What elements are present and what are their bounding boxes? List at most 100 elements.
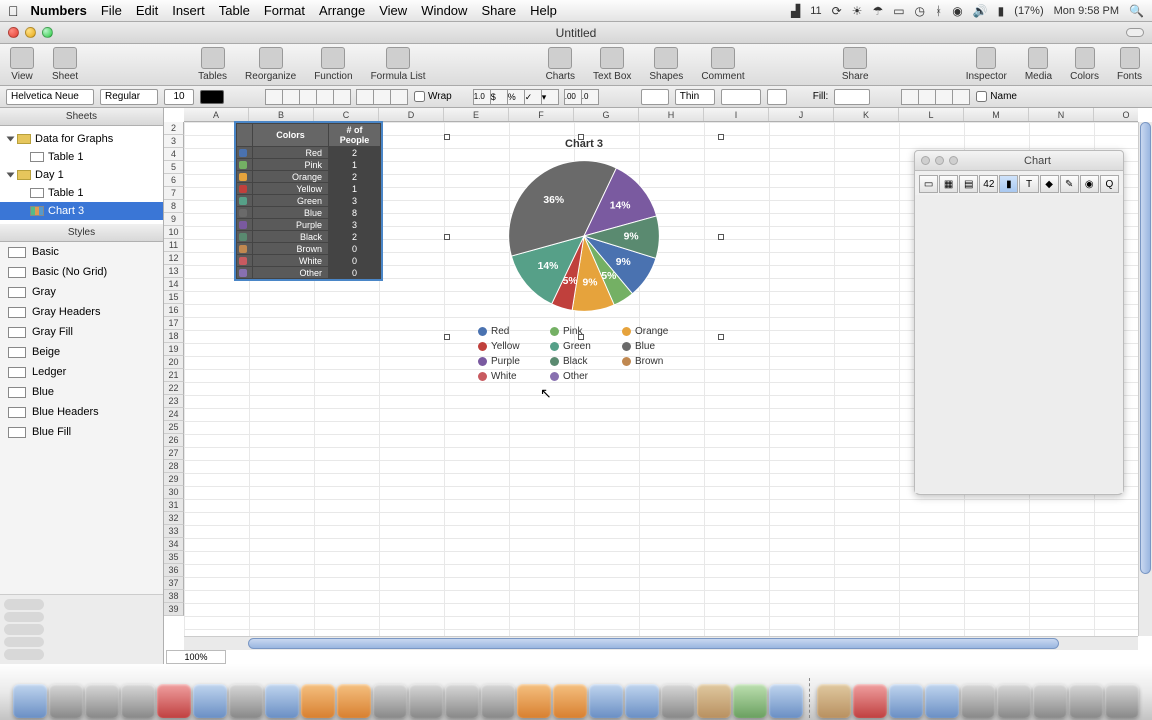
style-ledger[interactable]: Ledger	[0, 362, 163, 382]
table-row[interactable]: Yellow1	[237, 183, 381, 195]
handle-e[interactable]	[718, 234, 724, 240]
border-style-select[interactable]	[641, 89, 669, 105]
table-row[interactable]: Black2	[237, 231, 381, 243]
t4[interactable]	[952, 89, 970, 105]
table-row[interactable]: White0	[237, 255, 381, 267]
dock-trash-icon[interactable]	[1105, 684, 1139, 718]
t1[interactable]	[901, 89, 919, 105]
row-37[interactable]: 37	[164, 577, 184, 590]
minimize-window-button[interactable]	[25, 27, 36, 38]
toolbar-colors[interactable]: Colors	[1070, 47, 1099, 82]
row-21[interactable]: 21	[164, 369, 184, 382]
toolbar-textbox[interactable]: Text Box	[593, 47, 631, 82]
toolbar-shapes[interactable]: Shapes	[649, 47, 683, 82]
tree-table-1[interactable]: Table 1	[0, 184, 163, 202]
valign-bot-button[interactable]	[390, 89, 408, 105]
table-row[interactable]: Brown0	[237, 243, 381, 255]
handle-nw[interactable]	[444, 134, 450, 140]
inspector-tab-text[interactable]: T	[1019, 175, 1038, 193]
handle-se[interactable]	[718, 334, 724, 340]
apple-menu-icon[interactable]: 	[8, 3, 19, 19]
toolbar-share[interactable]: Share	[842, 47, 869, 82]
numfmt-check[interactable]: ✓	[524, 89, 542, 105]
font-select[interactable]: Helvetica Neue	[6, 89, 94, 105]
inspector-tab-cells[interactable]: 42	[979, 175, 998, 193]
legend-yellow[interactable]: Yellow	[478, 341, 536, 352]
row-8[interactable]: 8	[164, 200, 184, 213]
menu-share[interactable]: Share	[481, 3, 516, 18]
style-basic-no-grid-[interactable]: Basic (No Grid)	[0, 262, 163, 282]
style-blue[interactable]: Blue	[0, 382, 163, 402]
row-26[interactable]: 26	[164, 434, 184, 447]
row-34[interactable]: 34	[164, 538, 184, 551]
dock-app5-icon[interactable]	[157, 684, 191, 718]
dock-appstore-icon[interactable]	[49, 684, 83, 718]
toolbar-reorganize[interactable]: Reorganize	[245, 47, 296, 82]
row-28[interactable]: 28	[164, 460, 184, 473]
align-center-button[interactable]	[282, 89, 300, 105]
vscroll-thumb[interactable]	[1140, 122, 1151, 574]
menu-file[interactable]: File	[101, 3, 122, 18]
valign-mid-button[interactable]	[373, 89, 391, 105]
row-headers[interactable]: 2345678910111213141516171819202122232425…	[164, 122, 184, 616]
table-row[interactable]: Green3	[237, 195, 381, 207]
row-17[interactable]: 17	[164, 317, 184, 330]
legend-green[interactable]: Green	[550, 341, 608, 352]
t3[interactable]	[935, 89, 953, 105]
valign-top-button[interactable]	[356, 89, 374, 105]
row-22[interactable]: 22	[164, 382, 184, 395]
table-row[interactable]: Other0	[237, 267, 381, 279]
legend-brown[interactable]: Brown	[622, 356, 680, 367]
menu-view[interactable]: View	[379, 3, 407, 18]
row-30[interactable]: 30	[164, 486, 184, 499]
numfmt-currency[interactable]: $	[490, 89, 508, 105]
col-M[interactable]: M	[964, 108, 1029, 121]
menu-insert[interactable]: Insert	[172, 3, 205, 18]
dock-app22-icon[interactable]	[769, 684, 803, 718]
table-row[interactable]: Red2	[237, 147, 381, 159]
row-9[interactable]: 9	[164, 213, 184, 226]
row-11[interactable]: 11	[164, 239, 184, 252]
numfmt-more[interactable]: ▾	[541, 89, 559, 105]
handle-sw[interactable]	[444, 334, 450, 340]
col-E[interactable]: E	[444, 108, 509, 121]
inspector-zoom-button[interactable]	[949, 156, 958, 165]
style-gray-headers[interactable]: Gray Headers	[0, 302, 163, 322]
col-A[interactable]: A	[184, 108, 249, 121]
row-15[interactable]: 15	[164, 291, 184, 304]
toolbar-view[interactable]: View	[10, 47, 34, 82]
row-31[interactable]: 31	[164, 499, 184, 512]
col-F[interactable]: F	[509, 108, 574, 121]
border-color-select[interactable]	[721, 89, 761, 105]
row-12[interactable]: 12	[164, 252, 184, 265]
text-color-swatch[interactable]	[200, 90, 224, 104]
legend-black[interactable]: Black	[550, 356, 608, 367]
dock-app25-icon[interactable]	[889, 684, 923, 718]
display-icon[interactable]: ▭	[893, 4, 904, 18]
handle-n[interactable]	[578, 134, 584, 140]
dock-preview-icon[interactable]	[229, 684, 263, 718]
umbrella-icon[interactable]: ☂	[872, 4, 883, 18]
app-name[interactable]: Numbers	[31, 3, 87, 18]
inspector-tab-doc[interactable]: ▭	[919, 175, 938, 193]
row-39[interactable]: 39	[164, 603, 184, 616]
dock-automator-icon[interactable]	[481, 684, 515, 718]
toolbar-formula-list[interactable]: Formula List	[371, 47, 426, 82]
col-D[interactable]: D	[379, 108, 444, 121]
legend-red[interactable]: Red	[478, 326, 536, 337]
hscroll-thumb[interactable]	[248, 638, 1059, 649]
row-3[interactable]: 3	[164, 135, 184, 148]
table-row[interactable]: Purple3	[237, 219, 381, 231]
tree-data-for-graphs[interactable]: Data for Graphs	[0, 130, 163, 148]
row-32[interactable]: 32	[164, 512, 184, 525]
row-36[interactable]: 36	[164, 564, 184, 577]
row-6[interactable]: 6	[164, 174, 184, 187]
battery-icon[interactable]: ▮	[998, 4, 1005, 18]
t2[interactable]	[918, 89, 936, 105]
row-5[interactable]: 5	[164, 161, 184, 174]
col-O[interactable]: O	[1094, 108, 1152, 121]
inspector-tab-sheet[interactable]: ▦	[939, 175, 958, 193]
dock-folder2-icon[interactable]	[997, 684, 1031, 718]
style-gray-fill[interactable]: Gray Fill	[0, 322, 163, 342]
inspector-tab-chart[interactable]: ▮	[999, 175, 1018, 193]
